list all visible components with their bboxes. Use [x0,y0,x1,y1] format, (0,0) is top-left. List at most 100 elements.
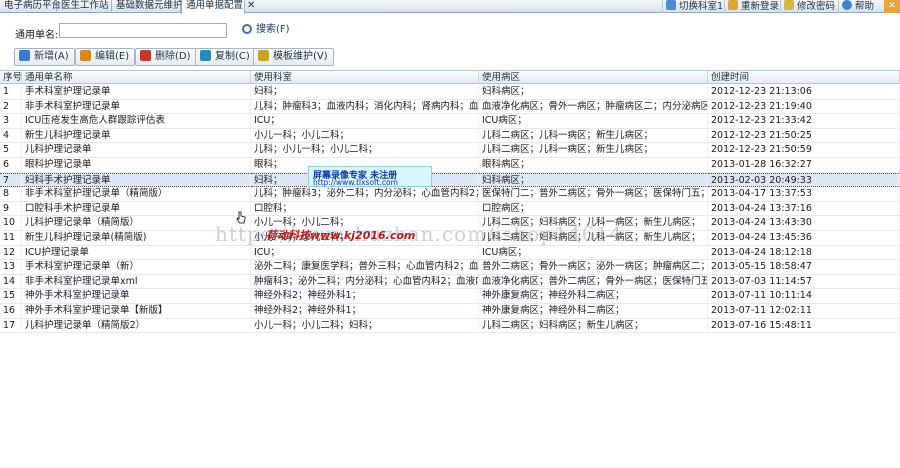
relogin-label: 重新登录 [741,1,780,12]
table-row[interactable]: 12 ICU护理记录单 ICU； ICU病区； 2013-04-24 18:12:18 [0,245,900,261]
cell-created: 2013-07-16 15:48:11 [708,318,900,333]
cell-dept: 口腔科； [251,201,479,216]
edit-icon [80,50,91,61]
table-row[interactable]: 4 新生儿科护理记录单 小儿一科；小儿二科； 儿科二病区；儿科一病区；新生儿病区； 20… [0,128,900,144]
tab-base-data[interactable]: 基础数据元维护 [112,0,183,13]
cell-name: 非手术科室护理记录单xml [22,274,251,289]
cell-index: 3 [0,114,22,129]
tab-general-form-config[interactable]: 通用单据配置 [181,0,245,14]
help-button[interactable]: 帮助 [838,0,877,13]
cell-ward: 口腔病区； [479,201,708,216]
template-icon [258,50,269,61]
cell-index: 11 [0,231,22,245]
search-input[interactable] [59,23,227,38]
table-row[interactable]: 7 妇科手术护理记录单 妇科； 妇科病区； 2013-02-03 20:49:33 [0,172,900,188]
toolbar: 新增(A) 编辑(E) 删除(D) 复制(C) 模板维护(V) [0,45,900,68]
cell-created: 2012-12-23 21:13:06 [708,85,900,99]
delete-label: 删除(D) [155,51,191,62]
cell-ward: 医保特门二；普外二病区；骨外一病区；医保特门五；肿... [479,187,708,202]
cell-ward: ICU病区； [479,245,708,260]
cell-name: ICU压疮发生高危人群跟踪评估表 [22,114,251,129]
cell-dept: ICU； [251,114,479,129]
table-row[interactable]: 17 儿科护理记录单（精简版2） 小儿一科；小儿二科；妇科； 儿科二病区；妇科病区；新… [0,318,900,334]
cell-name: 非手术科室护理记录单 [22,99,251,114]
cell-ward: 儿科二病区；妇科病区；新生儿病区； [479,318,708,333]
cell-created: 2013-02-03 20:49:33 [708,172,900,187]
cell-ward: 神外康复病区；神经外科二病区； [479,304,708,318]
table-row[interactable]: 16 神外手术科室护理记录单【新版】 神经外科2；神经外科1； 神外康复病区；神经外科… [0,304,900,319]
cell-index: 16 [0,304,22,318]
tab-emr-platform[interactable]: 电子病历平台 [0,0,61,13]
cell-ward: 血液净化病区；普外二病区；骨外一病区；医保特门五；肿... [479,274,708,289]
cell-ward: 普外二病区；骨外一病区；泌外一病区；肿瘤病区二；内... [479,260,708,275]
search-button-label: 搜索(F) [256,24,290,35]
table-row[interactable]: 14 非手术科室护理记录单xml 肿瘤科3；泌外二科；内分泌科；心血管内科2；血液内… [0,274,900,290]
template-maintain-button[interactable]: 模板维护(V) [253,48,334,66]
cell-index: 1 [0,85,22,99]
cell-created: 2013-04-24 18:12:18 [708,245,900,260]
relogin-button[interactable]: 重新登录 [724,0,782,13]
change-password-button[interactable]: 修改密码 [780,0,838,13]
table-row[interactable]: 6 眼科护理记录单 眼科； 眼科病区； 2013-01-28 16:32:27 [0,158,900,173]
table-row[interactable]: 5 儿科护理记录单 儿科；小儿一科；小儿二科； 儿科二病区；儿科一病区；新生儿病区； 2… [0,143,900,158]
cell-index: 14 [0,274,22,289]
cell-name: 眼科护理记录单 [22,158,251,172]
cell-ward: 妇科病区； [479,172,708,187]
cell-ward: 眼科病区； [479,158,708,172]
table-row[interactable]: 9 口腔科手术护理记录单 口腔科； 口腔病区； 2013-04-24 13:37:16 [0,201,900,217]
copy-icon [200,50,211,61]
cell-created: 2013-07-11 10:11:14 [708,289,900,304]
help-label: 帮助 [855,1,875,12]
cell-index: 2 [0,99,22,114]
table-row[interactable]: 8 非手术科室护理记录单（精简版） 儿科；肿瘤科3；泌外二科；内分泌科；心血管内科2… [0,187,900,202]
table-row[interactable]: 1 手术科室护理记录单 妇科； 妇科病区； 2012-12-23 21:13:06 [0,85,900,100]
cell-dept: 肿瘤科3；泌外二科；内分泌科；心血管内科2；血液内科... [251,274,479,289]
cell-ward: 妇科病区； [479,85,708,99]
delete-button[interactable]: 删除(D) [135,48,197,66]
add-button[interactable]: 新增(A) [14,48,75,66]
cell-name: 儿科护理记录单（精简版2） [22,318,251,333]
cell-name: 手术科室护理记录单 [22,85,251,99]
table-row[interactable]: 3 ICU压疮发生高危人群跟踪评估表 ICU； ICU病区； 2012-12-23 21… [0,114,900,129]
col-header-ward[interactable]: 使用病区 [479,71,708,84]
cell-ward: ICU病区； [479,114,708,129]
col-header-dept[interactable]: 使用科室 [251,71,479,84]
switch-dept-button[interactable]: 切换科室1 [662,0,726,13]
cell-created: 2013-07-11 12:02:11 [708,304,900,318]
lock-icon [784,0,794,10]
col-header-index[interactable]: 序号 [0,71,22,84]
recorder-watermark: 屏幕录像专家 未注册 http://www.tlxsoft.com [308,166,432,187]
add-icon [19,50,30,61]
cell-dept: 泌外二科；康复医学科；普外三科；心血管内科2；血液内... [251,260,479,275]
copy-button[interactable]: 复制(C) [195,48,256,66]
cell-index: 4 [0,128,22,143]
switch-icon [666,0,676,10]
cell-name: ICU护理记录单 [22,245,251,260]
col-header-created[interactable]: 创建时间 [708,71,900,84]
window-close-icon[interactable]: ✕ [884,0,900,13]
table-row[interactable]: 15 神外手术科室护理记录单 神经外科2；神经外科1； 神外康复病区；神经外科二病区；… [0,289,900,304]
cell-created: 2013-04-24 13:37:16 [708,201,900,216]
cell-dept: 妇科； [251,85,479,99]
search-button[interactable]: 搜索(F) [238,22,294,39]
cell-index: 6 [0,158,22,172]
cell-ward: 儿科二病区；儿科一病区；新生儿病区； [479,143,708,158]
cell-index: 10 [0,216,22,231]
help-icon [842,0,852,10]
cell-created: 2012-12-23 21:50:25 [708,128,900,143]
cell-created: 2013-05-15 18:58:47 [708,260,900,275]
search-label: 通用单名: [15,30,59,41]
edit-button[interactable]: 编辑(E) [75,48,136,66]
template-label: 模板维护(V) [273,51,328,62]
cell-name: 儿科护理记录单 [22,143,251,158]
table-row[interactable]: 2非手术科室护理记录单儿科；肿瘤科3；血液内科；消化内科；肾病内科；血液净...… [0,99,900,115]
tab-doctor-workstation[interactable]: 医生工作站 [57,0,112,13]
close-tab-icon[interactable]: ✕ [247,0,255,13]
table-row[interactable]: 13手术科室护理记录单（新）泌外二科；康复医学科；普外三科；心血管内科2；血液内… [0,260,900,275]
cell-created: 2012-12-23 21:50:59 [708,143,900,158]
cell-created: 2013-01-28 16:32:27 [708,158,900,172]
cell-index: 7 [0,172,22,187]
cell-created: 2013-07-03 11:14:57 [708,274,900,289]
cell-index: 8 [0,187,22,202]
col-header-name[interactable]: 通用单名称 [22,71,251,84]
